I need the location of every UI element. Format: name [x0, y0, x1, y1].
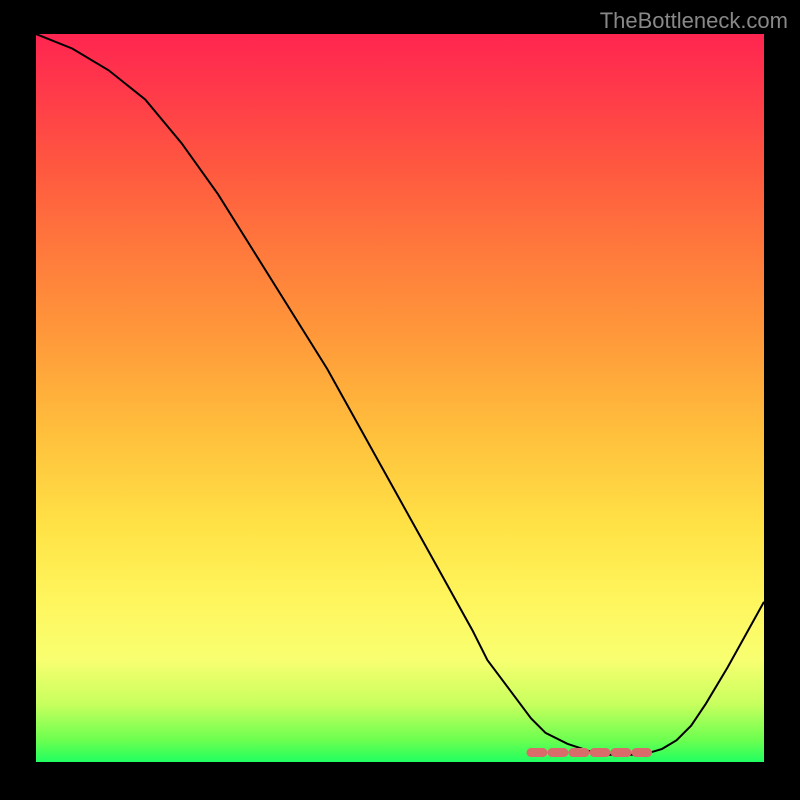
chart-plot-area — [36, 34, 764, 762]
watermark-text: TheBottleneck.com — [600, 8, 788, 34]
bottleneck-curve-line — [36, 34, 764, 755]
chart-curve-svg — [36, 34, 764, 762]
